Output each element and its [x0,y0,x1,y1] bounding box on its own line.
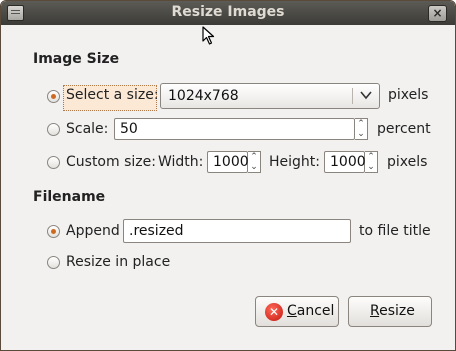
resize-images-dialog: Resize Images × Image Size Select a size… [0,0,456,351]
scale-spinner[interactable]: ⌃ ⌄ [355,118,368,140]
append-label[interactable]: Append [66,223,120,239]
resize-in-place-radio[interactable] [47,256,60,269]
spin-up-icon[interactable]: ⌃ [355,119,367,129]
height-spinner[interactable]: ⌃ ⌄ [365,151,378,173]
combo-separator [352,88,353,104]
filename-heading: Filename [33,189,106,205]
spin-down-icon[interactable]: ⌄ [248,162,260,172]
window-title: Resize Images [171,4,285,20]
spin-down-icon[interactable]: ⌄ [365,162,377,172]
width-label: Width: [158,154,204,170]
spin-down-icon[interactable]: ⌄ [355,129,367,139]
scale-unit-label: percent [377,121,431,137]
height-label: Height: [269,154,320,170]
select-size-label[interactable]: Select a size: [66,87,159,103]
cancel-button[interactable]: ✕ Cancel [255,296,339,327]
resize-in-place-label[interactable]: Resize in place [66,254,170,270]
close-icon[interactable]: × [428,5,447,22]
append-suffix-label: to file title [359,223,431,239]
custom-size-radio[interactable] [47,156,60,169]
size-combo-value: 1024x768 [168,88,239,104]
scale-radio[interactable] [47,123,60,136]
custom-size-label[interactable]: Custom size: [66,154,156,170]
width-spinner[interactable]: ⌃ ⌄ [248,151,261,173]
cancel-icon: ✕ [265,303,283,321]
spin-up-icon[interactable]: ⌃ [365,152,377,162]
spin-up-icon[interactable]: ⌃ [248,152,260,162]
cancel-button-label: Cancel [287,303,335,319]
scale-label[interactable]: Scale: [66,121,108,137]
title-bar: Resize Images × [1,1,455,25]
size-combo[interactable]: 1024x768 [160,83,380,109]
select-size-radio[interactable] [47,90,60,103]
width-input[interactable]: 1000 [207,151,249,173]
resize-button-label: Resize [370,303,415,319]
mouse-cursor-icon [202,26,215,45]
size-unit-label: pixels [388,87,429,103]
append-input[interactable]: .resized [123,219,351,243]
resize-button[interactable]: Resize [348,296,432,327]
height-input[interactable]: 1000 [324,151,366,173]
chevron-down-icon[interactable] [360,88,372,102]
append-radio[interactable] [47,225,60,238]
custom-unit-label: pixels [387,154,428,170]
scale-input[interactable]: 50 [114,118,355,140]
image-size-heading: Image Size [33,51,120,67]
